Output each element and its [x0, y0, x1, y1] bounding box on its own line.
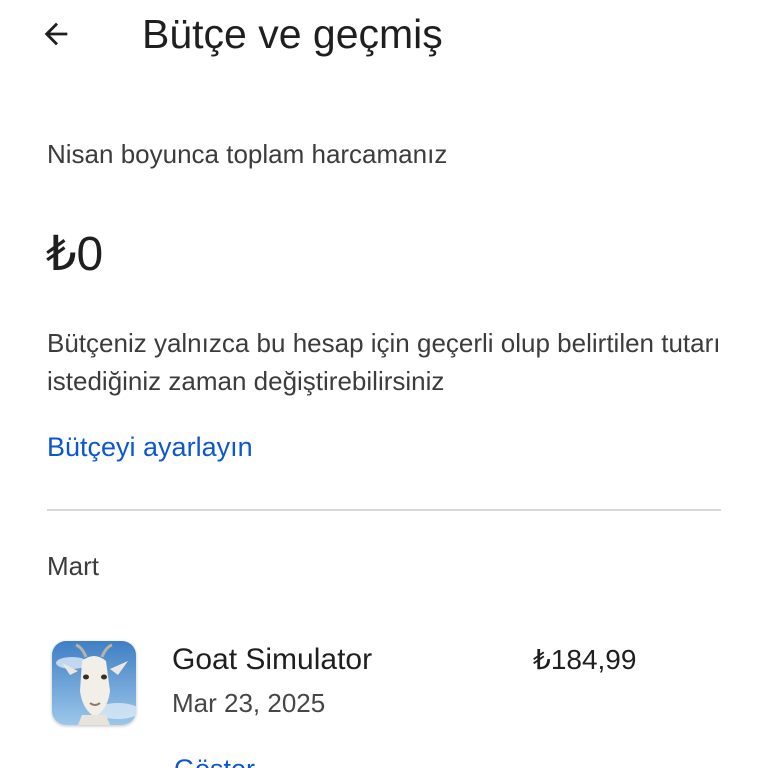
arrow-left-icon — [44, 22, 68, 46]
total-spending-amount: ₺0 — [46, 228, 104, 281]
budget-info-text: Bütçeniz yalnızca bu hesap için geçerli … — [47, 328, 721, 396]
purchase-price: ₺184,99 — [533, 644, 637, 675]
section-divider — [47, 509, 721, 511]
month-heading: Mart — [47, 551, 99, 581]
app-name: Goat Simulator — [172, 643, 373, 676]
back-button[interactable] — [32, 12, 80, 56]
purchase-date: Mar 23, 2025 — [172, 688, 326, 718]
page-title: Bütçe ve geçmiş — [142, 11, 443, 57]
budget-history-screen: Bütçe ve geçmiş Nisan boyunca toplam har… — [0, 0, 768, 768]
show-details-link[interactable]: Göster — [174, 752, 255, 768]
set-budget-link[interactable]: Bütçeyi ayarlayın — [47, 430, 253, 464]
goat-simulator-app-icon — [52, 641, 136, 725]
purchase-list-item[interactable]: Goat Simulator Mar 23, 2025 ₺184,99 Göst… — [40, 632, 740, 768]
monthly-spending-label: Nisan boyunca toplam harcamanız — [47, 139, 448, 169]
